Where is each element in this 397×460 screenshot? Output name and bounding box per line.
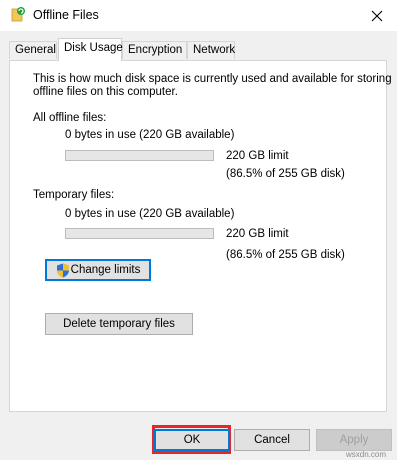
disk-usage-panel: This is how much disk space is currently… (9, 60, 392, 412)
tab-general[interactable]: General (9, 41, 57, 59)
ok-label: OK (183, 434, 201, 446)
delete-temporary-files-label: Delete temporary files (63, 318, 175, 330)
watermark: wsxdn.com (346, 450, 387, 459)
description-line-1: This is how much disk space is currently… (33, 73, 392, 85)
tab-encryption[interactable]: Encryption (122, 41, 187, 59)
all-offline-usage-bar (65, 150, 214, 161)
ok-button[interactable]: OK (154, 429, 230, 451)
all-offline-percent: (86.5% of 255 GB disk) (226, 168, 345, 180)
change-limits-label: Change limits (70, 264, 141, 276)
apply-label: Apply (339, 434, 369, 446)
close-button[interactable] (357, 0, 397, 31)
offline-files-sync-icon (11, 7, 25, 22)
temporary-usage-bar (65, 228, 214, 239)
temporary-heading: Temporary files: (33, 189, 115, 201)
all-offline-heading: All offline files: (33, 112, 107, 124)
tab-disk-usage[interactable]: Disk Usage (58, 38, 123, 61)
delete-temporary-files-button[interactable]: Delete temporary files (45, 313, 193, 335)
change-limits-button[interactable]: Change limits (45, 259, 151, 281)
uac-shield-icon (56, 263, 69, 277)
temporary-usage: 0 bytes in use (220 GB available) (65, 208, 235, 220)
close-icon (371, 10, 383, 21)
window-title: Offline Files (33, 8, 99, 22)
all-offline-usage: 0 bytes in use (220 GB available) (65, 129, 235, 141)
tab-network[interactable]: Network (187, 41, 235, 59)
title-bar: Offline Files (0, 0, 397, 31)
description-line-2: offline files on this computer. (33, 86, 178, 98)
temporary-percent: (86.5% of 255 GB disk) (226, 249, 345, 261)
apply-button[interactable]: Apply (316, 429, 392, 451)
temporary-limit: 220 GB limit (226, 228, 289, 240)
all-offline-limit: 220 GB limit (226, 150, 289, 162)
cancel-label: Cancel (254, 434, 290, 446)
cancel-button[interactable]: Cancel (234, 429, 310, 451)
